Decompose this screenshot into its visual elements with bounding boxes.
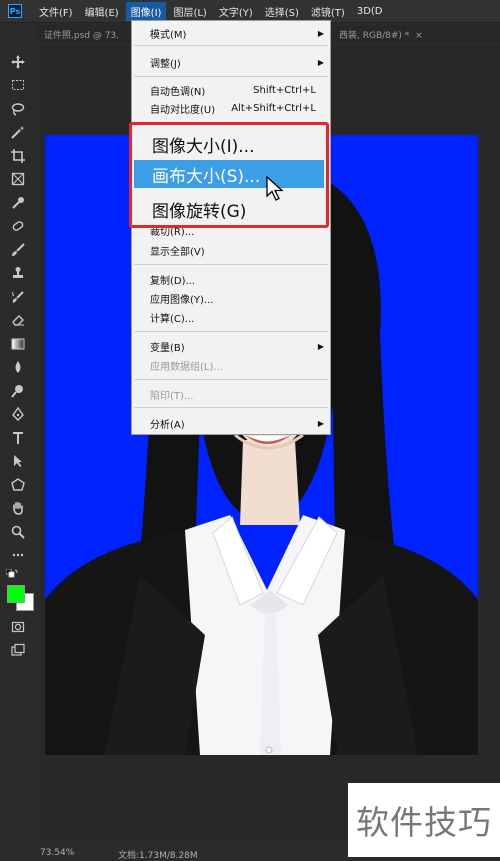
menu-item-image-rotation[interactable]: 图像旋转(G) [134,195,324,223]
eyedropper-icon[interactable] [6,191,30,215]
menu-item-analysis-label: 分析(A) [150,419,185,431]
menu-separator [134,407,328,408]
menu-item-apply-data-set: 应用数据组(L)... [132,356,330,374]
menu-item-canvas-size[interactable]: 画布大小(S)... [134,160,324,188]
history-brush-icon[interactable] [6,285,30,309]
menu-separator [134,45,328,46]
zoom-icon[interactable] [6,520,30,544]
document-info: 文档:1.73M/8.28M [118,851,198,861]
healing-icon[interactable] [6,215,30,239]
document-tab-info: 西装, RGB/8#) * × [339,28,423,41]
hand-icon[interactable] [6,497,30,521]
menu-item-image-size[interactable]: 图像大小(I)... [134,130,324,158]
menu-separator [134,379,328,380]
menu-item-auto-contrast[interactable]: 自动对比度(U) Alt+Shift+Ctrl+L [132,99,330,117]
magic-wand-icon[interactable] [6,121,30,145]
move-icon[interactable] [6,50,30,74]
menu-item-auto-tone-label: 自动色调(N) [150,86,206,98]
menu-separator [134,331,328,332]
menu-item-duplicate[interactable]: 复制(D)... [132,270,330,288]
menu-item-mode-label: 模式(M) [150,29,187,41]
menu-item-image-rotation-label: 图像旋转(G) [152,201,247,222]
color-swatches [3,569,34,611]
menu-type[interactable]: 文字(Y) [214,2,258,21]
menu-item-adjustments-label: 调整(J) [150,58,181,70]
gradient-icon[interactable] [6,332,30,356]
marquee-icon[interactable] [6,74,30,98]
menu-separator [134,264,328,265]
menu-item-mode[interactable]: 模式(M) ▶ [132,24,330,42]
more-icon[interactable] [6,544,30,568]
pen-icon[interactable] [6,403,30,427]
shape-icon[interactable] [6,473,30,497]
highlight-callout-box: 图像大小(I)... 画布大小(S)... 图像旋转(G) [129,122,329,228]
submenu-arrow-icon: ▶ [317,341,324,351]
path-select-icon[interactable] [6,450,30,474]
brush-icon[interactable] [6,238,30,262]
menu-separator [134,76,328,77]
menu-item-trap-label: 陷印(T)... [150,390,194,402]
quick-mask-icon[interactable] [6,615,30,639]
frame-icon[interactable] [6,168,30,192]
menu-item-auto-tone-shortcut: Shift+Ctrl+L [253,84,316,96]
menu-edit[interactable]: 编辑(E) [80,2,124,21]
crop-icon[interactable] [6,144,30,168]
submenu-arrow-icon: ▶ [317,28,324,38]
eraser-icon[interactable] [6,309,30,333]
menu-item-calculations[interactable]: 计算(C)... [132,308,330,326]
menu-item-reveal-all[interactable]: 显示全部(V) [132,241,330,259]
menu-item-variables[interactable]: 变量(B) ▶ [132,337,330,355]
menu-item-image-size-label: 图像大小(I)... [152,136,255,157]
lasso-icon[interactable] [6,97,30,121]
menu-file[interactable]: 文件(F) [34,2,78,21]
default-colors-icon[interactable] [6,569,18,581]
menu-layer[interactable]: 图层(L) [168,2,211,21]
tab-close-icon[interactable]: × [415,31,423,41]
menu-item-trap: 陷印(T)... [132,385,330,403]
menu-item-reveal-all-label: 显示全部(V) [150,246,205,258]
menu-item-apply-image[interactable]: 应用图像(Y)... [132,289,330,307]
menu-item-adjustments[interactable]: 调整(J) ▶ [132,53,330,71]
document-tab-info-text: 西装, RGB/8#) * [339,30,410,41]
submenu-arrow-icon: ▶ [317,418,324,428]
menu-3d[interactable]: 3D(D [352,4,388,19]
watermark: 软件技巧 [348,783,500,857]
menu-select[interactable]: 选择(S) [260,2,304,21]
menu-item-auto-tone[interactable]: 自动色调(N) Shift+Ctrl+L [132,81,330,99]
blur-icon[interactable] [6,356,30,380]
menu-item-analysis[interactable]: 分析(A) ▶ [132,414,330,432]
menu-filter[interactable]: 滤镜(T) [306,2,350,21]
menu-item-auto-contrast-shortcut: Alt+Shift+Ctrl+L [231,102,316,114]
screen-mode-icon[interactable] [6,639,30,663]
menu-item-variables-label: 变量(B) [150,342,185,354]
menu-item-calculations-label: 计算(C)... [150,313,195,325]
document-tab[interactable]: 证件照.psd @ 73. [36,28,119,41]
stamp-icon[interactable] [6,262,30,286]
submenu-arrow-icon: ▶ [317,57,324,67]
menu-image[interactable]: 图像(I) [125,1,167,21]
photoshop-logo: Ps [8,4,22,18]
mouse-cursor-icon [266,176,284,201]
tools-panel [0,50,36,670]
type-icon[interactable] [6,426,30,450]
menu-item-apply-data-set-label: 应用数据组(L)... [150,361,223,373]
menu-item-apply-image-label: 应用图像(Y)... [150,294,214,306]
menu-item-auto-contrast-label: 自动对比度(U) [150,104,216,116]
menu-item-canvas-size-label: 画布大小(S)... [152,166,261,187]
foreground-color-swatch[interactable] [7,585,25,603]
dodge-icon[interactable] [6,379,30,403]
menu-item-duplicate-label: 复制(D)... [150,275,196,287]
